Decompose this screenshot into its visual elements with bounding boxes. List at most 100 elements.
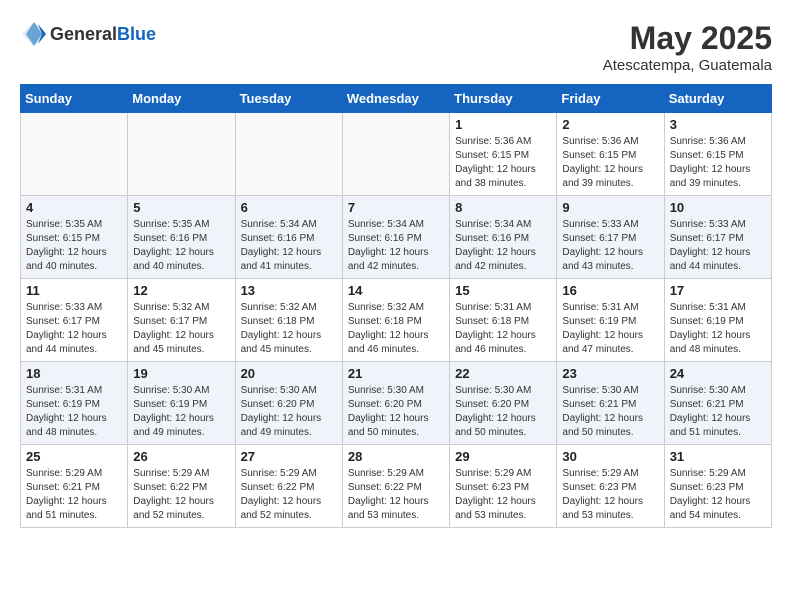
cell-content: Sunrise: 5:33 AM Sunset: 6:17 PM Dayligh…	[670, 218, 766, 274]
weekday-header-row: SundayMondayTuesdayWednesdayThursdayFrid…	[21, 85, 772, 113]
day-number: 3	[670, 117, 766, 132]
calendar-cell: 31 Sunrise: 5:29 AM Sunset: 6:23 PM Dayli…	[664, 445, 771, 528]
calendar-cell: 20Sunrise: 5:30 AM Sunset: 6:20 PM Dayli…	[235, 362, 342, 445]
day-number: 18	[26, 366, 122, 381]
logo-icon	[20, 20, 48, 48]
cell-content: Sunrise: 5:31 AM Sunset: 6:19 PM Dayligh…	[562, 301, 658, 357]
calendar-cell: 4Sunrise: 5:35 AM Sunset: 6:15 PM Daylig…	[21, 196, 128, 279]
calendar-cell: 26Sunrise: 5:29 AM Sunset: 6:22 PM Dayli…	[128, 445, 235, 528]
cell-content: Sunrise: 5:29 AM Sunset: 6:22 PM Dayligh…	[348, 467, 444, 523]
calendar-cell	[21, 113, 128, 196]
weekday-header-wednesday: Wednesday	[342, 85, 449, 113]
calendar-cell: 9 Sunrise: 5:33 AM Sunset: 6:17 PM Daylig…	[557, 196, 664, 279]
cell-content: Sunrise: 5:29 AM Sunset: 6:21 PM Dayligh…	[26, 467, 122, 523]
calendar-cell: 21 Sunrise: 5:30 AM Sunset: 6:20 PM Dayli…	[342, 362, 449, 445]
calendar-cell: 22 Sunrise: 5:30 AM Sunset: 6:20 PM Dayli…	[450, 362, 557, 445]
weekday-header-friday: Friday	[557, 85, 664, 113]
cell-content: Sunrise: 5:36 AM Sunset: 6:15 PM Dayligh…	[562, 135, 658, 191]
calendar-cell: 3Sunrise: 5:36 AM Sunset: 6:15 PM Daylig…	[664, 113, 771, 196]
calendar-cell: 17Sunrise: 5:31 AM Sunset: 6:19 PM Dayli…	[664, 279, 771, 362]
logo: GeneralBlue	[20, 20, 156, 48]
calendar-cell: 27 Sunrise: 5:29 AM Sunset: 6:22 PM Dayli…	[235, 445, 342, 528]
calendar-cell: 29 Sunrise: 5:29 AM Sunset: 6:23 PM Dayli…	[450, 445, 557, 528]
day-number: 2	[562, 117, 658, 132]
weekday-header-tuesday: Tuesday	[235, 85, 342, 113]
cell-content: Sunrise: 5:35 AM Sunset: 6:16 PM Dayligh…	[133, 218, 229, 274]
day-number: 31	[670, 449, 766, 464]
week-row-5: 25 Sunrise: 5:29 AM Sunset: 6:21 PM Dayli…	[21, 445, 772, 528]
calendar-cell: 24Sunrise: 5:30 AM Sunset: 6:21 PM Dayli…	[664, 362, 771, 445]
cell-content: Sunrise: 5:30 AM Sunset: 6:20 PM Dayligh…	[455, 384, 551, 440]
day-number: 7	[348, 200, 444, 215]
title-area: May 2025 Atescatempa, Guatemala	[603, 20, 772, 74]
calendar-subtitle: Atescatempa, Guatemala	[603, 57, 772, 74]
day-number: 27	[241, 449, 337, 464]
calendar-cell	[128, 113, 235, 196]
cell-content: Sunrise: 5:36 AM Sunset: 6:15 PM Dayligh…	[455, 135, 551, 191]
calendar-cell: 23 Sunrise: 5:30 AM Sunset: 6:21 PM Dayli…	[557, 362, 664, 445]
day-number: 13	[241, 283, 337, 298]
day-number: 28	[348, 449, 444, 464]
calendar-cell: 30 Sunrise: 5:29 AM Sunset: 6:23 PM Dayli…	[557, 445, 664, 528]
day-number: 25	[26, 449, 122, 464]
calendar-cell: 28 Sunrise: 5:29 AM Sunset: 6:22 PM Dayli…	[342, 445, 449, 528]
cell-content: Sunrise: 5:35 AM Sunset: 6:15 PM Dayligh…	[26, 218, 122, 274]
day-number: 9	[562, 200, 658, 215]
day-number: 23	[562, 366, 658, 381]
calendar-cell: 10 Sunrise: 5:33 AM Sunset: 6:17 PM Dayli…	[664, 196, 771, 279]
cell-content: Sunrise: 5:29 AM Sunset: 6:23 PM Dayligh…	[562, 467, 658, 523]
cell-content: Sunrise: 5:32 AM Sunset: 6:18 PM Dayligh…	[241, 301, 337, 357]
cell-content: Sunrise: 5:29 AM Sunset: 6:23 PM Dayligh…	[670, 467, 766, 523]
day-number: 14	[348, 283, 444, 298]
day-number: 21	[348, 366, 444, 381]
calendar-title: May 2025	[603, 20, 772, 57]
cell-content: Sunrise: 5:30 AM Sunset: 6:19 PM Dayligh…	[133, 384, 229, 440]
cell-content: Sunrise: 5:32 AM Sunset: 6:18 PM Dayligh…	[348, 301, 444, 357]
calendar-cell: 12Sunrise: 5:32 AM Sunset: 6:17 PM Dayli…	[128, 279, 235, 362]
cell-content: Sunrise: 5:34 AM Sunset: 6:16 PM Dayligh…	[241, 218, 337, 274]
calendar-cell: 8 Sunrise: 5:34 AM Sunset: 6:16 PM Daylig…	[450, 196, 557, 279]
day-number: 5	[133, 200, 229, 215]
calendar-cell: 6 Sunrise: 5:34 AM Sunset: 6:16 PM Daylig…	[235, 196, 342, 279]
day-number: 24	[670, 366, 766, 381]
logo-general: General	[50, 24, 117, 44]
cell-content: Sunrise: 5:33 AM Sunset: 6:17 PM Dayligh…	[562, 218, 658, 274]
calendar-cell: 18 Sunrise: 5:31 AM Sunset: 6:19 PM Dayli…	[21, 362, 128, 445]
weekday-header-monday: Monday	[128, 85, 235, 113]
cell-content: Sunrise: 5:30 AM Sunset: 6:20 PM Dayligh…	[241, 384, 337, 440]
logo-blue: Blue	[117, 24, 156, 44]
day-number: 1	[455, 117, 551, 132]
weekday-header-thursday: Thursday	[450, 85, 557, 113]
calendar-cell: 5 Sunrise: 5:35 AM Sunset: 6:16 PM Daylig…	[128, 196, 235, 279]
week-row-4: 18 Sunrise: 5:31 AM Sunset: 6:19 PM Dayli…	[21, 362, 772, 445]
calendar-cell: 19 Sunrise: 5:30 AM Sunset: 6:19 PM Dayli…	[128, 362, 235, 445]
cell-content: Sunrise: 5:31 AM Sunset: 6:19 PM Dayligh…	[26, 384, 122, 440]
calendar-cell: 25 Sunrise: 5:29 AM Sunset: 6:21 PM Dayli…	[21, 445, 128, 528]
day-number: 19	[133, 366, 229, 381]
week-row-3: 11Sunrise: 5:33 AM Sunset: 6:17 PM Dayli…	[21, 279, 772, 362]
cell-content: Sunrise: 5:29 AM Sunset: 6:22 PM Dayligh…	[241, 467, 337, 523]
cell-content: Sunrise: 5:30 AM Sunset: 6:20 PM Dayligh…	[348, 384, 444, 440]
calendar-cell: 13 Sunrise: 5:32 AM Sunset: 6:18 PM Dayli…	[235, 279, 342, 362]
cell-content: Sunrise: 5:30 AM Sunset: 6:21 PM Dayligh…	[562, 384, 658, 440]
day-number: 6	[241, 200, 337, 215]
day-number: 30	[562, 449, 658, 464]
day-number: 10	[670, 200, 766, 215]
calendar-cell: 7 Sunrise: 5:34 AM Sunset: 6:16 PM Daylig…	[342, 196, 449, 279]
calendar-cell: 1 Sunrise: 5:36 AM Sunset: 6:15 PM Daylig…	[450, 113, 557, 196]
day-number: 15	[455, 283, 551, 298]
day-number: 22	[455, 366, 551, 381]
day-number: 29	[455, 449, 551, 464]
weekday-header-saturday: Saturday	[664, 85, 771, 113]
day-number: 17	[670, 283, 766, 298]
day-number: 16	[562, 283, 658, 298]
cell-content: Sunrise: 5:34 AM Sunset: 6:16 PM Dayligh…	[348, 218, 444, 274]
calendar-cell: 11Sunrise: 5:33 AM Sunset: 6:17 PM Dayli…	[21, 279, 128, 362]
calendar-cell: 2 Sunrise: 5:36 AM Sunset: 6:15 PM Daylig…	[557, 113, 664, 196]
cell-content: Sunrise: 5:29 AM Sunset: 6:23 PM Dayligh…	[455, 467, 551, 523]
day-number: 8	[455, 200, 551, 215]
calendar-cell	[235, 113, 342, 196]
cell-content: Sunrise: 5:34 AM Sunset: 6:16 PM Dayligh…	[455, 218, 551, 274]
calendar-cell: 16 Sunrise: 5:31 AM Sunset: 6:19 PM Dayli…	[557, 279, 664, 362]
week-row-1: 1 Sunrise: 5:36 AM Sunset: 6:15 PM Daylig…	[21, 113, 772, 196]
